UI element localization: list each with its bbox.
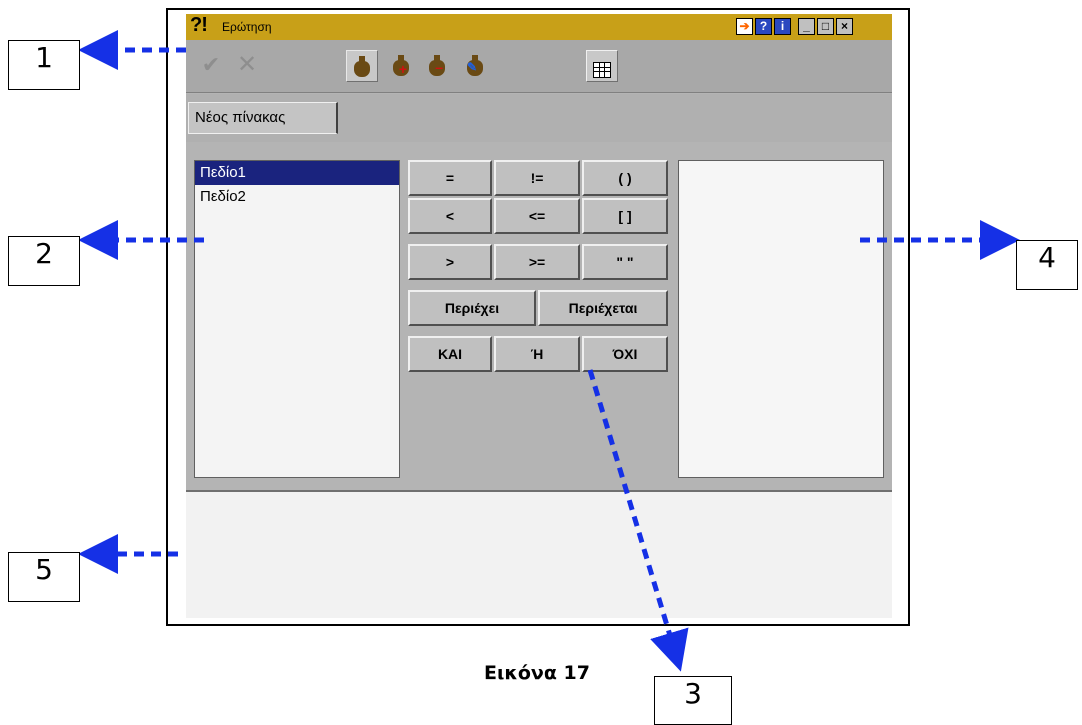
less-than-button[interactable]: < <box>408 198 492 234</box>
query-text-area[interactable] <box>186 490 892 618</box>
list-item[interactable]: Πεδίο1 <box>195 161 399 185</box>
query-window: ?! Ερώτηση ➔ ? i _ □ × ✔ ✕ + – ✎ Νέος πί… <box>186 14 892 618</box>
arrow-icon[interactable]: ➔ <box>736 18 753 35</box>
parentheses-button[interactable]: ( ) <box>582 160 668 196</box>
callout-4: 4 <box>1016 240 1078 290</box>
x-icon[interactable]: ✕ <box>232 50 262 80</box>
equals-button[interactable]: = <box>408 160 492 196</box>
toolbar: ✔ ✕ + – ✎ <box>186 40 892 93</box>
tab-new-table[interactable]: Νέος πίνακας <box>188 102 338 134</box>
callout-5: 5 <box>8 552 80 602</box>
list-item[interactable]: Πεδίο2 <box>195 185 399 209</box>
title-bar: ?! Ερώτηση ➔ ? i _ □ × <box>186 14 892 40</box>
contains-button[interactable]: Περιέχει <box>408 290 536 326</box>
greater-equal-button[interactable]: >= <box>494 244 580 280</box>
window-title: Ερώτηση <box>222 20 272 34</box>
bag-minus-icon[interactable]: – <box>422 50 452 80</box>
callout-1: 1 <box>8 40 80 90</box>
callout-3: 3 <box>654 676 732 725</box>
bag-plus-icon[interactable]: + <box>386 50 416 80</box>
bag-icon[interactable] <box>346 50 378 82</box>
bag-search-icon[interactable]: ✎ <box>460 50 490 80</box>
not-equals-button[interactable]: != <box>494 160 580 196</box>
maximize-button[interactable]: □ <box>817 18 834 35</box>
greater-than-button[interactable]: > <box>408 244 492 280</box>
app-icon: ?! <box>190 14 208 36</box>
callout-2: 2 <box>8 236 80 286</box>
check-icon[interactable]: ✔ <box>196 50 226 80</box>
quotes-button[interactable]: " " <box>582 244 668 280</box>
less-equal-button[interactable]: <= <box>494 198 580 234</box>
info-icon[interactable]: i <box>774 18 791 35</box>
not-button[interactable]: ΌΧΙ <box>582 336 668 372</box>
contained-button[interactable]: Περιέχεται <box>538 290 668 326</box>
field-list[interactable]: Πεδίο1 Πεδίο2 <box>194 160 400 478</box>
brackets-button[interactable]: [ ] <box>582 198 668 234</box>
tab-row: Νέος πίνακας <box>186 94 892 142</box>
and-button[interactable]: ΚΑΙ <box>408 336 492 372</box>
grid-icon[interactable] <box>586 50 618 82</box>
help-icon[interactable]: ? <box>755 18 772 35</box>
close-button[interactable]: × <box>836 18 853 35</box>
selection-box[interactable] <box>678 160 884 478</box>
minimize-button[interactable]: _ <box>798 18 815 35</box>
or-button[interactable]: Ή <box>494 336 580 372</box>
figure-caption: Εικόνα 17 <box>484 662 590 684</box>
